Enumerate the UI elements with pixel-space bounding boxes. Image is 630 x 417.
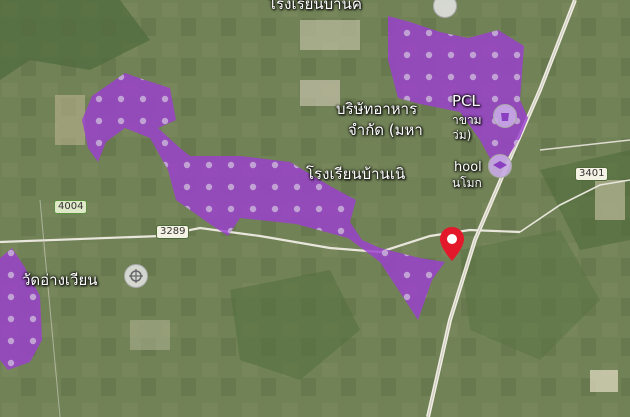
road-shield-3401: 3401 <box>575 167 609 181</box>
satellite-map[interactable]: 4004 3289 3401 โรงเรียนบ้านค บริษัทอาหาร… <box>0 0 630 417</box>
map-imagery <box>0 0 630 417</box>
temple-icon[interactable] <box>124 264 148 288</box>
label-pcl-sub2: ว่ม) <box>452 128 472 142</box>
label-school-suffix2: นโมก <box>452 176 482 190</box>
label-school-main: โรงเรียนบ้านเนิ <box>306 165 406 183</box>
road-shield-3289: 3289 <box>156 225 190 239</box>
shopping-icon[interactable] <box>493 104 517 128</box>
label-school-suffix: hool <box>454 160 482 175</box>
school-icon[interactable] <box>488 154 512 178</box>
label-company-line2: จำกัด (มหา <box>348 121 423 139</box>
label-pcl: PCL <box>452 92 480 110</box>
location-pin-icon[interactable] <box>439 226 465 262</box>
label-top-school: โรงเรียนบ้านค <box>268 0 362 13</box>
label-temple: วัดอ่างเวียน <box>22 271 98 289</box>
road-shield-4004: 4004 <box>54 200 88 214</box>
